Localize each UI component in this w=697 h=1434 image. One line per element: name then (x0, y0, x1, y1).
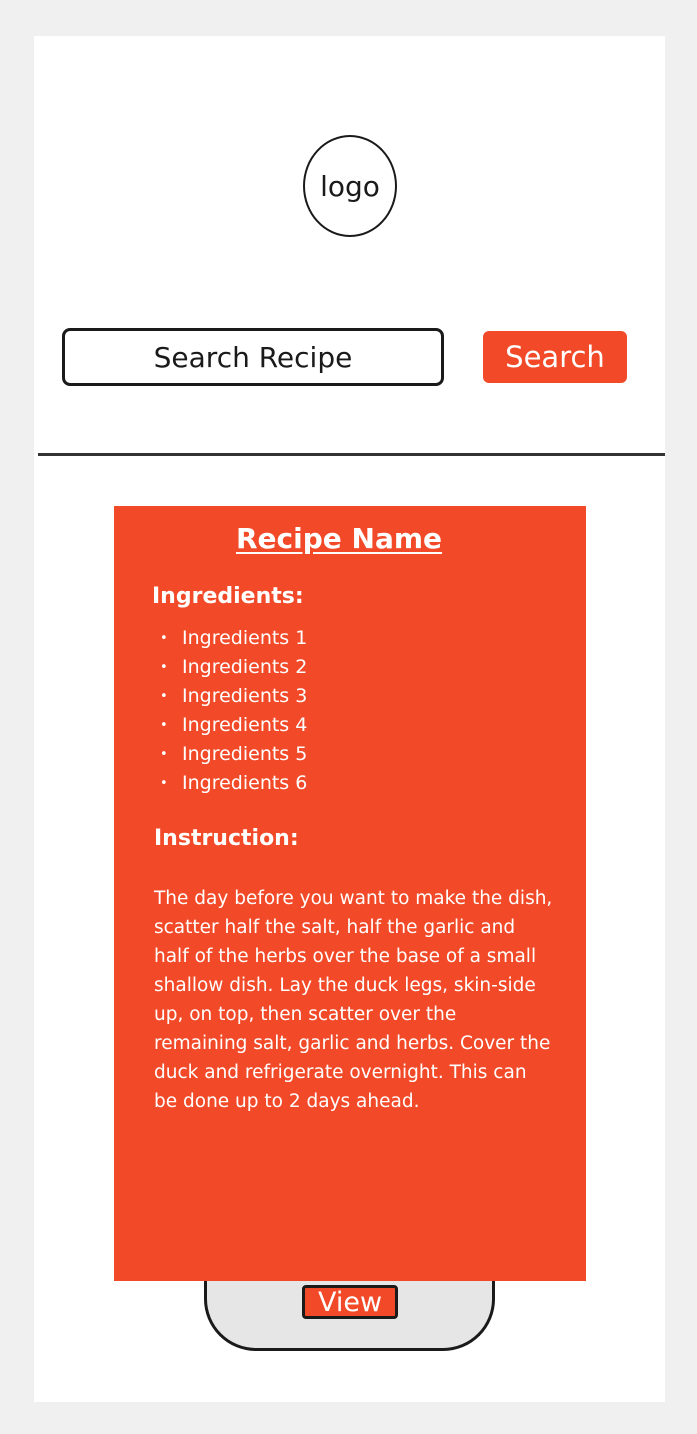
list-item: • Ingredients 3 (160, 682, 307, 711)
list-item: • Ingredients 4 (160, 711, 307, 740)
recipe-card: Recipe Name Ingredients: • Ingredients 1 … (114, 506, 586, 1281)
header-divider (38, 453, 665, 456)
search-placeholder: Search Recipe (153, 340, 353, 374)
bullet-icon: • (160, 776, 168, 791)
view-button[interactable]: View (302, 1285, 398, 1319)
search-input[interactable]: Search Recipe (62, 328, 444, 386)
instruction-heading: Instruction: (154, 826, 299, 851)
ingredients-heading: Ingredients: (152, 584, 304, 609)
logo-text: logo (320, 169, 380, 203)
bullet-icon: • (160, 631, 168, 646)
list-item: • Ingredients 1 (160, 624, 307, 653)
recipe-name[interactable]: Recipe Name (114, 522, 564, 555)
ingredients-list: • Ingredients 1 • Ingredients 2 • Ingredien… (160, 624, 307, 798)
bullet-icon: • (160, 689, 168, 704)
page-frame: logo Search Recipe Search Recipe Name In… (34, 36, 665, 1402)
bullet-icon: • (160, 747, 168, 762)
view-button-label: View (317, 1286, 383, 1318)
bullet-icon: • (160, 718, 168, 733)
list-item: • Ingredients 5 (160, 740, 307, 769)
logo: logo (303, 135, 397, 237)
search-button-label: Search (505, 340, 605, 374)
instruction-text: The day before you want to make the dish… (154, 888, 553, 1112)
list-item: • Ingredients 6 (160, 769, 307, 798)
list-item: • Ingredients 2 (160, 653, 307, 682)
search-button[interactable]: Search (483, 331, 627, 383)
bullet-icon: • (160, 660, 168, 675)
